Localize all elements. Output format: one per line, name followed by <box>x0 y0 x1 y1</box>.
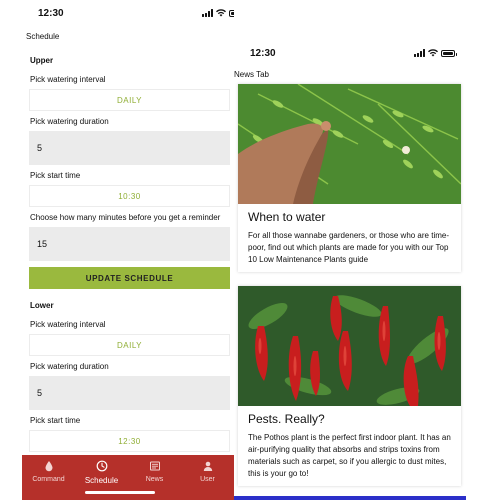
tab-label: News <box>145 476 164 483</box>
status-bar: 12:30 <box>0 0 234 26</box>
tab-label: User <box>200 476 215 483</box>
status-icons <box>202 9 234 17</box>
start-time-label: Pick start time <box>30 171 81 180</box>
duration-label: Pick watering duration <box>30 117 109 126</box>
red-chili-peppers-photo <box>238 286 461 406</box>
article-body: For all those wannabe gardeners, or thos… <box>248 231 449 264</box>
status-time: 12:30 <box>250 48 276 59</box>
start-time-picker[interactable]: 10:30 <box>29 185 230 207</box>
reminder-input[interactable]: 15 <box>29 227 230 261</box>
tab-command[interactable]: Command <box>22 455 75 500</box>
article-body: The Pothos plant is the perfect first in… <box>248 433 451 478</box>
news-card[interactable]: When to water For all those wannabe gard… <box>238 84 461 272</box>
start-time-label: Pick start time <box>30 416 81 425</box>
schedule-list[interactable]: Upper Pick watering interval DAILY Pick … <box>25 50 234 455</box>
tab-label: Command <box>32 476 65 483</box>
section-title: Upper <box>30 56 54 65</box>
news-card[interactable]: Pests. Really? The Pothos plant is the p… <box>238 286 461 486</box>
interval-label: Pick watering interval <box>30 320 106 329</box>
screen-title: Schedule <box>26 32 60 41</box>
duration-input[interactable]: 5 <box>29 131 230 165</box>
reminder-label: Choose how many minutes before you get a… <box>30 213 221 222</box>
interval-picker[interactable]: DAILY <box>29 89 230 111</box>
update-schedule-button[interactable]: UPDATE SCHEDULE <box>29 267 230 289</box>
signal-icon <box>202 9 213 17</box>
tab-user[interactable]: User <box>181 455 234 500</box>
schedule-section-lower: Lower Pick watering interval DAILY Pick … <box>25 295 234 452</box>
signal-icon <box>414 49 425 57</box>
tab-label: Schedule <box>84 476 119 485</box>
article-title: When to water <box>248 210 326 224</box>
duration-input[interactable]: 5 <box>29 376 230 410</box>
duration-label: Pick watering duration <box>30 362 109 371</box>
schedule-screen: 12:30 Schedule Upper Pick watering inter… <box>0 0 234 500</box>
screen-title: News Tab <box>234 70 269 79</box>
clock-icon <box>96 460 107 472</box>
interval-label: Pick watering interval <box>30 75 106 84</box>
wifi-icon <box>216 9 226 17</box>
water-drop-icon <box>45 461 52 472</box>
battery-icon <box>441 49 457 57</box>
status-bar: 12:30 <box>234 40 466 66</box>
home-indicator <box>85 491 155 494</box>
schedule-section-upper: Upper Pick watering interval DAILY Pick … <box>25 50 234 289</box>
news-icon <box>149 461 160 471</box>
bottom-tab-bar-edge <box>234 496 466 500</box>
status-time: 12:30 <box>38 8 64 19</box>
status-icons <box>414 49 457 57</box>
user-icon <box>203 461 212 471</box>
hand-touching-fern-photo <box>238 84 461 204</box>
battery-icon <box>229 9 234 17</box>
interval-picker[interactable]: DAILY <box>29 334 230 356</box>
start-time-picker[interactable]: 12:30 <box>29 430 230 452</box>
section-title: Lower <box>30 301 54 310</box>
wifi-icon <box>428 49 438 57</box>
article-title: Pests. Really? <box>248 412 325 426</box>
news-screen: 12:30 News Tab When to water For all tho… <box>234 40 466 500</box>
